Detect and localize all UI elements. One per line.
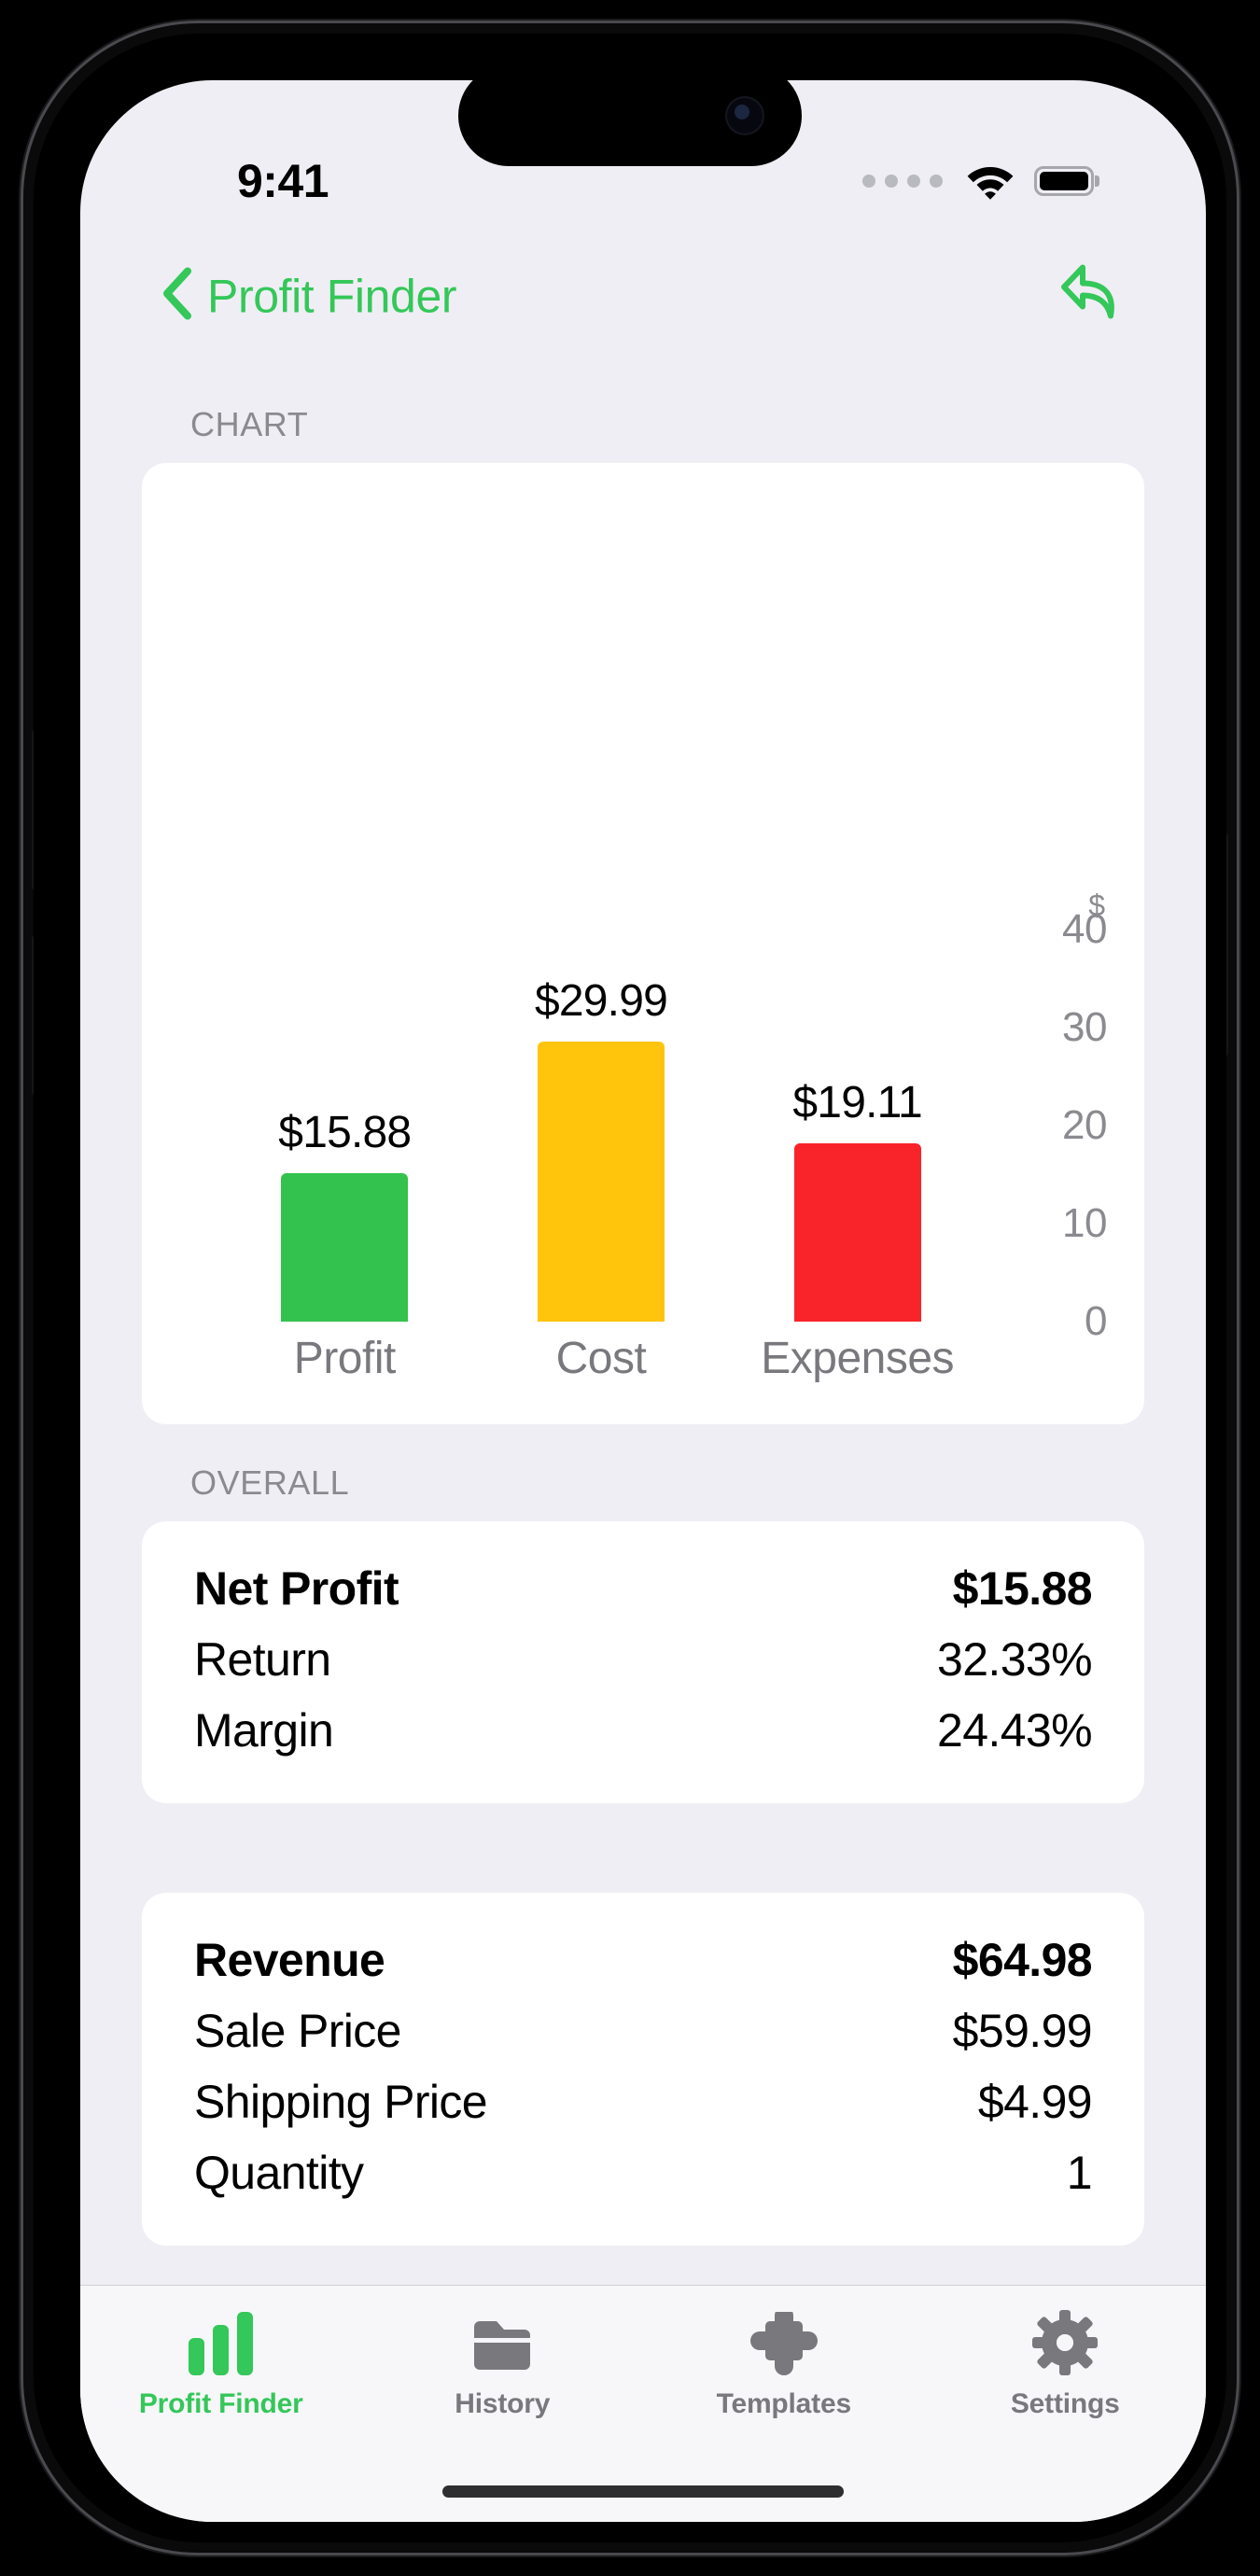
tab-history-label: History	[455, 2388, 551, 2419]
chart-bar-value-label: $29.99	[534, 976, 668, 1027]
chart-bar-value-label: $15.88	[278, 1108, 412, 1158]
phone-bezel: 9:41 Profit Finder CHART 40 30 20 10 0 $…	[34, 34, 1226, 2542]
gear-icon	[1032, 2310, 1099, 2375]
revenue-stat-row: Sale Price $59.99	[194, 1995, 1093, 2066]
revenue-stat-label: Sale Price	[194, 2005, 401, 2057]
wifi-icon	[965, 162, 1015, 200]
revenue-stats-card: Revenue $64.98 Sale Price $59.99 Shipping Pr…	[142, 1893, 1144, 2246]
puzzle-piece-icon	[749, 2310, 818, 2375]
revenue-stat-label: Quantity	[194, 2147, 364, 2199]
chart-y-tick: 30	[1062, 1004, 1107, 1050]
status-bar-indicators	[862, 162, 1099, 200]
overall-stat-row: Return 32.33%	[194, 1624, 1093, 1695]
tab-profit-finder[interactable]: Profit Finder	[80, 2286, 362, 2420]
chart-bar-group: $15.88 Profit	[278, 1108, 412, 1383]
phone-screen: 9:41 Profit Finder CHART 40 30 20 10 0 $…	[80, 80, 1206, 2522]
overall-stat-value: 24.43%	[937, 1704, 1093, 1757]
chart-plot-area: $15.88 Profit $29.99 Cost $19.11 Expenses	[217, 948, 986, 1383]
chart-bar-group: $19.11 Expenses	[761, 1078, 954, 1383]
chart-currency-symbol: $	[1088, 889, 1105, 922]
tab-templates-label: Templates	[716, 2388, 852, 2419]
revenue-stat-row: Quantity 1	[194, 2137, 1093, 2208]
chart-y-tick: 10	[1062, 1200, 1107, 1246]
battery-fill	[1040, 172, 1088, 190]
tab-profit-finder-label: Profit Finder	[138, 2388, 303, 2419]
chevron-left-icon	[161, 267, 192, 326]
chart-category-label: Expenses	[761, 1334, 955, 1383]
chart-bar	[793, 1142, 921, 1322]
overall-stats-card: Net Profit $15.88 Return 32.33% Margin 24.43%	[142, 1521, 1144, 1803]
back-button[interactable]: Profit Finder	[161, 267, 457, 326]
chart-bar	[538, 1042, 665, 1322]
bar-chart-icon	[189, 2310, 254, 2375]
overall-stat-row: Net Profit $15.88	[194, 1553, 1093, 1624]
navigation-bar: Profit Finder	[80, 226, 1206, 366]
home-indicator[interactable]	[442, 2485, 844, 2498]
chart-bar-group: $29.99 Cost	[535, 976, 668, 1383]
battery-cap	[1095, 175, 1099, 187]
dynamic-island	[458, 65, 802, 166]
signal-dots-icon	[862, 175, 943, 188]
status-bar-time: 9:41	[237, 155, 329, 207]
revenue-stat-value: $4.99	[977, 2076, 1093, 2128]
revenue-stat-value: $64.98	[952, 1934, 1093, 1986]
overall-stat-row: Margin 24.43%	[194, 1695, 1093, 1766]
overall-stat-label: Return	[194, 1633, 331, 1686]
tab-settings[interactable]: Settings	[925, 2286, 1207, 2420]
overall-section-header: OVERALL	[190, 1463, 350, 1502]
overall-stat-value: $15.88	[952, 1562, 1093, 1615]
back-button-label: Profit Finder	[207, 270, 457, 322]
tab-settings-label: Settings	[1010, 2388, 1120, 2419]
chart-section-header: CHART	[190, 405, 309, 443]
phone-frame: 9:41 Profit Finder CHART 40 30 20 10 0 $…	[21, 21, 1239, 2555]
undo-arrow-icon[interactable]	[1055, 259, 1126, 334]
tab-templates[interactable]: Templates	[643, 2286, 925, 2420]
battery-icon	[1034, 166, 1099, 196]
revenue-stat-value: $59.99	[952, 2005, 1093, 2057]
revenue-stat-label: Shipping Price	[194, 2076, 488, 2128]
folder-icon	[469, 2310, 536, 2375]
tab-history[interactable]: History	[362, 2286, 644, 2420]
overall-stat-label: Net Profit	[194, 1562, 399, 1615]
scroll-content[interactable]: CHART 40 30 20 10 0 $ $15.88 Profit $29.99 Cost $…	[80, 366, 1206, 2285]
overall-stat-value: 32.33%	[937, 1633, 1093, 1686]
revenue-stat-row: Shipping Price $4.99	[194, 2066, 1093, 2137]
overall-stat-label: Margin	[194, 1704, 334, 1757]
revenue-stat-value: 1	[1066, 2147, 1093, 2199]
chart-card: 40 30 20 10 0 $ $15.88 Profit $29.99 Cost $19.11 E…	[142, 463, 1144, 1424]
chart-bar-value-label: $19.11	[792, 1077, 922, 1127]
chart-bar	[281, 1173, 409, 1322]
revenue-stat-label: Revenue	[194, 1934, 385, 1986]
revenue-stat-row: Revenue $64.98	[194, 1925, 1093, 1995]
front-camera-icon	[725, 96, 764, 135]
